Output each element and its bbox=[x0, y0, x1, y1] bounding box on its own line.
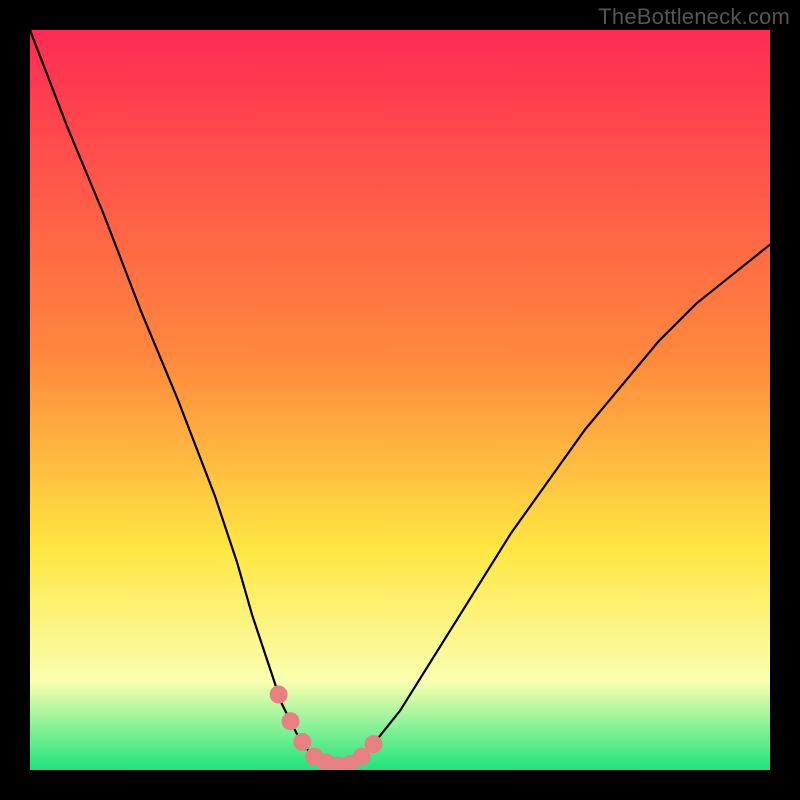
highlight-dot bbox=[282, 712, 300, 730]
highlight-dot bbox=[364, 735, 382, 753]
chart-container: TheBottleneck.com bbox=[0, 0, 800, 800]
chart-svg bbox=[30, 30, 770, 770]
highlight-dot bbox=[293, 733, 311, 751]
gradient-background bbox=[30, 30, 770, 770]
highlight-dot bbox=[270, 686, 288, 704]
watermark-text: TheBottleneck.com bbox=[598, 4, 790, 30]
plot-area bbox=[30, 30, 770, 770]
